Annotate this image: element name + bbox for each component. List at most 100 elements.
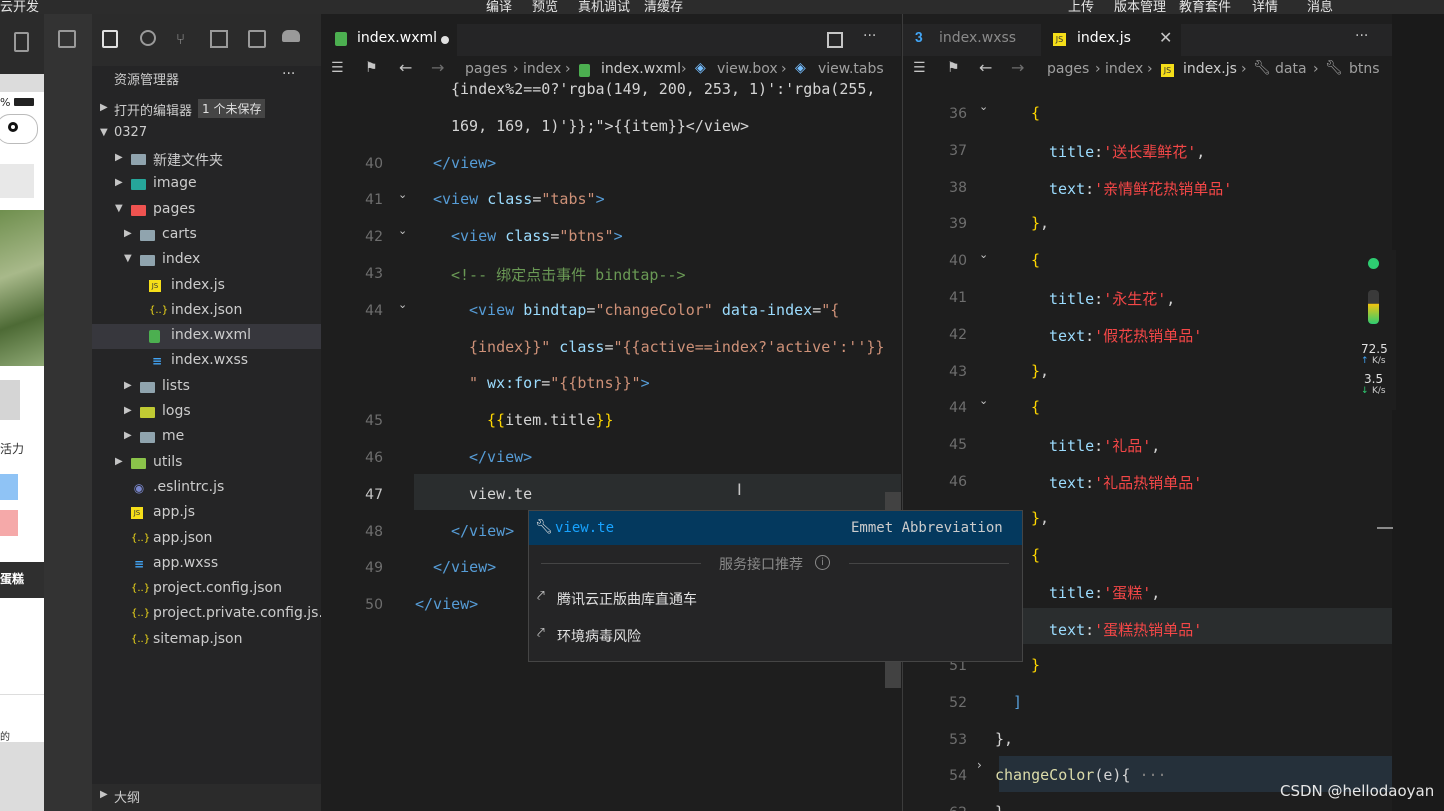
minimap-marker [1377, 527, 1393, 529]
tree-item[interactable]: ◉ .eslintrc.js [92, 476, 321, 501]
list-icon[interactable]: ☰ [331, 60, 344, 76]
code-line: }, [995, 729, 1014, 748]
menu-edu[interactable]: 教育套件 [1179, 0, 1231, 14]
cube-icon: ◈ [795, 60, 806, 76]
folder-icon [140, 229, 155, 241]
debug-icon[interactable] [248, 30, 266, 48]
root-folder[interactable]: ▼ 0327 [92, 122, 321, 147]
open-editors-section[interactable]: ▶ 打开的编辑器 1 个未保存 [92, 97, 321, 122]
close-icon[interactable]: ✕ [1159, 28, 1172, 47]
source-control-icon[interactable]: ⑂ [176, 30, 185, 48]
external-link-icon: ⤤ [537, 588, 545, 604]
breadcrumb-file[interactable]: index.js [1183, 61, 1237, 77]
label-vitality: 活力 [0, 442, 25, 456]
line-number: 46 [949, 474, 967, 490]
tab-index-wxml[interactable]: index.wxml [321, 24, 457, 56]
breadcrumb-data[interactable]: data [1275, 61, 1307, 77]
json-file-icon: {..} [131, 532, 151, 544]
forward-icon[interactable]: → [1011, 58, 1024, 77]
tree-item[interactable]: ▼ pages [92, 198, 321, 223]
menu-details[interactable]: 详情 [1252, 0, 1278, 14]
tree-item-label: index.json [171, 301, 243, 318]
tree-item[interactable]: ▶ utils [92, 451, 321, 476]
tab-index-wxss[interactable]: 𝟑 index.wxss [903, 24, 1038, 56]
tree-item-label: index [162, 251, 201, 268]
tree-item[interactable]: {..} sitemap.json [92, 628, 321, 653]
tree-item[interactable]: ▶ image [92, 172, 321, 197]
tree-item[interactable]: ▶ me [92, 425, 321, 450]
phone-icon[interactable] [14, 32, 29, 52]
blue-button[interactable] [0, 474, 18, 500]
search-icon[interactable] [140, 30, 156, 46]
tree-item[interactable]: ▼ index [92, 248, 321, 273]
breadcrumb-file[interactable]: index.wxml [601, 61, 681, 77]
capsule-button[interactable] [0, 114, 38, 144]
list-icon[interactable]: ☰ [913, 60, 926, 76]
search-box[interactable] [0, 164, 34, 198]
files-icon[interactable] [102, 30, 118, 48]
more-actions-icon[interactable]: ··· [863, 28, 876, 44]
menu-compile[interactable]: 编译 [486, 0, 512, 14]
red-button[interactable] [0, 510, 18, 536]
tree-item[interactable]: ▶ 新建文件夹 [92, 147, 321, 172]
suggest-item-selected[interactable]: 🔧︎ view.te Emmet Abbreviation [529, 511, 1022, 545]
back-icon[interactable]: ← [399, 58, 412, 77]
tree-item[interactable]: ≡ index.wxss [92, 349, 321, 374]
fold-chevron-icon[interactable]: ⌄ [398, 224, 407, 237]
suggest-link-2[interactable]: ⤤ 环境病毒风险 [529, 620, 1022, 652]
outline-section[interactable]: ▶ 大纲 [92, 784, 321, 811]
activity-bar [44, 14, 92, 811]
bookmark-icon[interactable]: ⚑ [947, 60, 960, 76]
fold-chevron-icon[interactable]: ⌄ [979, 248, 988, 261]
menu-device-debug[interactable]: 真机调试 [578, 0, 630, 14]
fold-chevron-icon[interactable]: ⌄ [979, 394, 988, 407]
tree-item[interactable]: JS app.js [92, 501, 321, 526]
fold-chevron-icon[interactable]: ⌄ [398, 298, 407, 311]
breadcrumb-btns[interactable]: btns [1349, 61, 1380, 77]
tree-item[interactable]: ▶ carts [92, 223, 321, 248]
tree-item-label: image [153, 175, 197, 192]
line-number: 41 [365, 192, 383, 209]
fold-chevron-icon[interactable]: ⌄ [979, 100, 988, 113]
forward-icon[interactable]: → [431, 58, 444, 77]
tree-item[interactable]: {..} index.json [92, 299, 321, 324]
code-line: {{item.title}} [487, 411, 614, 430]
record-icon[interactable] [8, 122, 18, 132]
menu-messages[interactable]: 消息 [1307, 0, 1333, 14]
docker-icon[interactable] [282, 30, 300, 42]
watermark: CSDN @hellodaoyan [1280, 782, 1435, 800]
tree-item[interactable]: {..} project.private.config.js... [92, 602, 332, 627]
breadcrumb-index[interactable]: index [1105, 61, 1143, 77]
breadcrumb-pages[interactable]: pages [465, 61, 507, 77]
suggest-link-1[interactable]: ⤤ 腾讯云正版曲库直通车 [529, 583, 1022, 615]
menu-clear-cache[interactable]: 清缓存 [644, 0, 683, 14]
menu-preview[interactable]: 预览 [532, 0, 558, 14]
back-icon[interactable]: ← [979, 58, 992, 77]
info-icon[interactable]: i [815, 555, 830, 570]
more-actions-icon[interactable]: ··· [1355, 28, 1368, 44]
bookmark-icon[interactable]: ⚑ [365, 60, 378, 76]
menu-upload[interactable]: 上传 [1068, 0, 1094, 14]
fold-chevron-right-icon[interactable]: › [977, 758, 982, 772]
breadcrumb-view-tabs[interactable]: view.tabs [818, 61, 884, 77]
tree-item[interactable]: ▶ lists [92, 375, 321, 400]
tree-item[interactable]: index.wxml [92, 324, 321, 350]
unsaved-dot-icon[interactable] [441, 36, 449, 44]
explorer-more-button[interactable]: ··· [282, 66, 295, 82]
breadcrumb-view-box[interactable]: view.box [717, 61, 778, 77]
window-icon[interactable] [58, 30, 76, 48]
fold-chevron-icon[interactable]: ⌄ [398, 188, 407, 201]
tree-item[interactable]: {..} app.json [92, 527, 321, 552]
wxml-file-icon [335, 32, 347, 46]
tree-item[interactable]: JS index.js [92, 274, 321, 299]
tree-item[interactable]: {..} project.config.json [92, 577, 321, 602]
tab-index-js[interactable]: JS index.js ✕ [1041, 24, 1181, 56]
split-editor-icon[interactable] [827, 32, 843, 48]
extensions-icon[interactable] [210, 30, 228, 48]
tree-item[interactable]: ≡ app.wxss [92, 552, 321, 577]
breadcrumb-index[interactable]: index [523, 61, 561, 77]
menu-version[interactable]: 版本管理 [1114, 0, 1166, 14]
code-line: </view> [451, 521, 515, 540]
tree-item[interactable]: ▶ logs [92, 400, 321, 425]
breadcrumb-pages[interactable]: pages [1047, 61, 1089, 77]
